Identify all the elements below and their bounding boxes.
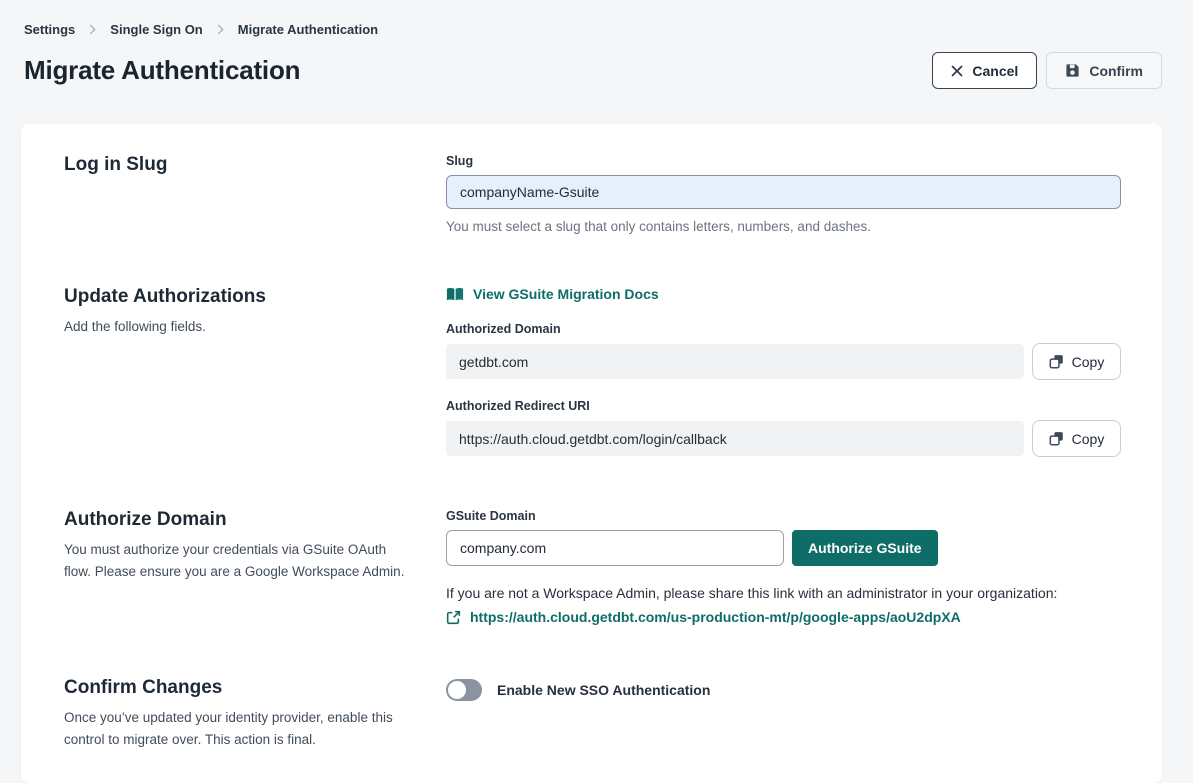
chevron-right-icon xyxy=(89,24,96,35)
settings-card: Log in Slug Slug You must select a slug … xyxy=(21,124,1162,783)
gsuite-migration-docs-link[interactable]: View GSuite Migration Docs xyxy=(446,286,659,302)
section-heading-authorize-domain: Authorize Domain xyxy=(64,509,446,531)
workspace-admin-note: If you are not a Workspace Admin, please… xyxy=(446,585,1121,601)
cancel-button-label: Cancel xyxy=(972,63,1018,79)
copy-redirect-uri-button[interactable]: Copy xyxy=(1032,420,1121,457)
page-title: Migrate Authentication xyxy=(24,55,300,86)
section-heading-update-authorizations: Update Authorizations xyxy=(64,286,446,308)
enable-sso-toggle[interactable] xyxy=(446,679,482,701)
slug-helper-text: You must select a slug that only contain… xyxy=(446,219,1121,234)
section-login-slug: Log in Slug Slug You must select a slug … xyxy=(64,154,1121,234)
redirect-uri-value: https://auth.cloud.getdbt.com/login/call… xyxy=(446,421,1024,456)
section-heading-login-slug: Log in Slug xyxy=(64,154,446,176)
confirm-button-label: Confirm xyxy=(1089,63,1143,79)
toggle-knob xyxy=(448,681,466,699)
breadcrumb-single-sign-on[interactable]: Single Sign On xyxy=(110,22,202,37)
cancel-button[interactable]: Cancel xyxy=(932,52,1037,89)
share-link[interactable]: https://auth.cloud.getdbt.com/us-product… xyxy=(470,609,961,625)
copy-button-label: Copy xyxy=(1072,354,1105,370)
authorized-domain-label: Authorized Domain xyxy=(446,322,1121,336)
copy-button-label: Copy xyxy=(1072,431,1105,447)
breadcrumb-settings[interactable]: Settings xyxy=(24,22,75,37)
header-actions: Cancel Confirm xyxy=(932,52,1162,89)
external-link-icon xyxy=(446,610,461,625)
slug-field-label: Slug xyxy=(446,154,1121,168)
save-icon xyxy=(1065,63,1080,78)
confirm-button[interactable]: Confirm xyxy=(1046,52,1162,89)
redirect-uri-label: Authorized Redirect URI xyxy=(446,399,1121,413)
authorize-gsuite-button[interactable]: Authorize GSuite xyxy=(792,530,938,566)
section-description-authorize-domain: You must authorize your credentials via … xyxy=(64,539,412,582)
x-icon xyxy=(951,65,963,77)
breadcrumb-migrate-authentication: Migrate Authentication xyxy=(238,22,378,37)
slug-input[interactable] xyxy=(446,175,1121,209)
copy-authorized-domain-button[interactable]: Copy xyxy=(1032,343,1121,380)
breadcrumb: Settings Single Sign On Migrate Authenti… xyxy=(24,22,1162,37)
section-heading-confirm-changes: Confirm Changes xyxy=(64,677,446,699)
section-update-authorizations: Update Authorizations Add the following … xyxy=(64,286,1121,457)
gsuite-domain-label: GSuite Domain xyxy=(446,509,1121,523)
section-description-update-authorizations: Add the following fields. xyxy=(64,316,412,338)
copy-icon xyxy=(1049,431,1064,446)
section-authorize-domain: Authorize Domain You must authorize your… xyxy=(64,509,1121,625)
copy-icon xyxy=(1049,354,1064,369)
enable-sso-toggle-label: Enable New SSO Authentication xyxy=(497,682,710,698)
chevron-right-icon xyxy=(217,24,224,35)
gsuite-domain-input[interactable] xyxy=(446,530,784,566)
section-description-confirm-changes: Once you’ve updated your identity provid… xyxy=(64,707,412,750)
book-icon xyxy=(446,287,464,302)
authorized-domain-value: getdbt.com xyxy=(446,344,1024,379)
share-link-row[interactable]: https://auth.cloud.getdbt.com/us-product… xyxy=(446,609,1121,625)
gsuite-migration-docs-link-label: View GSuite Migration Docs xyxy=(473,286,659,302)
section-confirm-changes: Confirm Changes Once you’ve updated your… xyxy=(64,677,1121,750)
page-header: Settings Single Sign On Migrate Authenti… xyxy=(0,0,1193,89)
